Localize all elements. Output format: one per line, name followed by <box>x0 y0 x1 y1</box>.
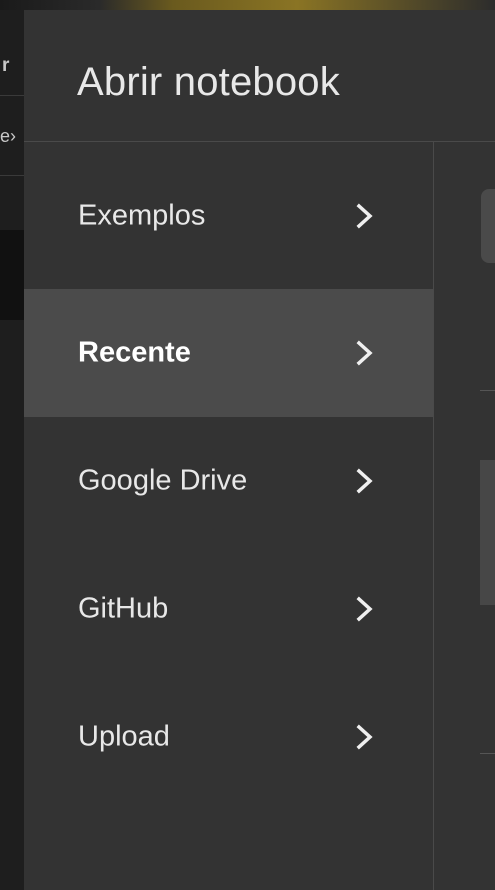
chevron-right-icon <box>356 596 373 622</box>
background-divider <box>0 95 24 96</box>
content-pane <box>434 142 495 890</box>
dialog-header: Abrir notebook <box>24 10 495 142</box>
search-field-fragment[interactable] <box>481 189 495 263</box>
content-divider <box>480 390 495 391</box>
nav-item-recente[interactable]: Recente <box>24 289 433 417</box>
nav-item-label: Upload <box>78 720 170 753</box>
dialog-title: Abrir notebook <box>77 60 340 104</box>
chevron-right-icon <box>356 203 373 228</box>
open-notebook-dialog: Abrir notebook Exemplos Recente Google D… <box>24 10 495 890</box>
nav-item-label: Exemplos <box>78 199 206 231</box>
screen: r e› Abrir notebook Exemplos Recente Goo… <box>0 0 495 890</box>
background-text-fragment: e› <box>0 126 17 146</box>
nav-item-label: Recente <box>78 336 191 369</box>
background-page: r e› <box>0 0 495 890</box>
nav-item-google-drive[interactable]: Google Drive <box>24 417 433 545</box>
nav-item-label: GitHub <box>78 592 169 625</box>
background-top-bar <box>0 0 495 10</box>
chevron-right-icon <box>356 340 373 366</box>
chevron-right-icon <box>356 724 373 750</box>
background-divider <box>0 175 24 176</box>
background-text-fragment: r <box>2 55 10 76</box>
chevron-right-icon <box>356 468 373 494</box>
content-divider <box>480 753 495 754</box>
nav-item-label: Google Drive <box>78 464 248 497</box>
nav-item-github[interactable]: GitHub <box>24 545 433 673</box>
background-block <box>0 230 24 320</box>
content-row-fragment[interactable] <box>480 460 495 605</box>
nav-item-upload[interactable]: Upload <box>24 673 433 801</box>
nav-item-exemplos[interactable]: Exemplos <box>24 142 433 289</box>
source-nav: Exemplos Recente Google Drive GitHub Upl… <box>24 142 434 890</box>
